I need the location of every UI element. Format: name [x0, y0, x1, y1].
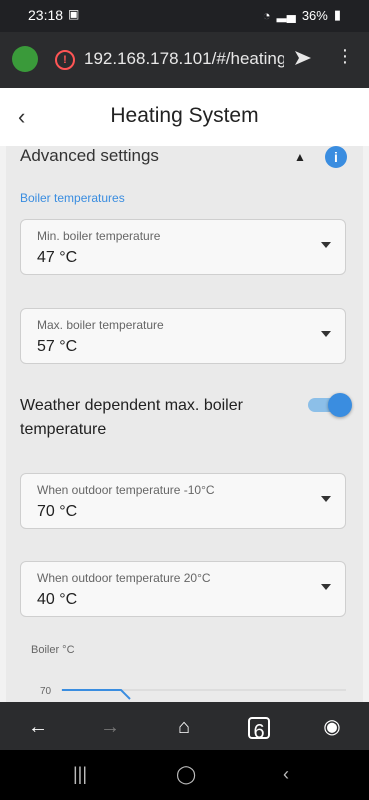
weather-dependent-toggle[interactable] — [308, 393, 352, 417]
outdoor-minus10-label: When outdoor temperature -10°C — [37, 483, 215, 497]
signal-icon: ▂▄ — [276, 7, 296, 22]
y-tick-label: 70 — [40, 686, 52, 697]
tabs-button[interactable]: 6 — [248, 717, 270, 743]
chevron-down-icon — [321, 584, 331, 590]
nav-back-icon[interactable]: ← — [24, 714, 52, 740]
chevron-down-icon — [321, 331, 331, 337]
min-boiler-label: Min. boiler temperature — [37, 229, 161, 243]
chevron-down-icon — [321, 496, 331, 502]
max-boiler-value: 57 °C — [37, 338, 78, 355]
collapse-icon[interactable]: ▲ — [294, 150, 306, 164]
back-chevron-icon[interactable]: ‹ — [283, 764, 289, 785]
outdoor-minus10-value: 70 °C — [37, 503, 78, 520]
clock: 23:18 — [28, 7, 64, 23]
battery-level: 36% — [301, 7, 328, 23]
home-circle-icon[interactable]: ◯ — [176, 764, 196, 785]
max-boiler-select[interactable]: Max. boiler temperature 57 °C — [20, 308, 346, 364]
section-title: Advanced settings — [20, 146, 159, 165]
browser-toolbar: ! 192.168.178.101/#/heating · · · — [0, 32, 369, 88]
chevron-down-icon — [321, 242, 331, 248]
weather-dependent-row: Weather dependent max. boiler temperatur… — [20, 393, 352, 442]
status-bar: 23:18 ▣ ◔ ▂▄ 36% ▮ — [0, 0, 369, 32]
go-icon[interactable] — [293, 48, 313, 68]
recents-icon[interactable]: ||| — [73, 764, 87, 785]
not-secure-icon[interactable]: ! — [55, 50, 75, 70]
toggle-knob — [328, 393, 352, 417]
home-icon[interactable]: ⌂ — [170, 714, 198, 740]
url-field[interactable]: 192.168.178.101/#/heating — [84, 49, 284, 69]
weather-dependent-label: Weather dependent max. boiler temperatur… — [20, 397, 243, 438]
outdoor-20-label: When outdoor temperature 20°C — [37, 571, 211, 585]
status-icons: ◔ ▂▄ 36% ▮ — [263, 7, 341, 23]
more-menu-icon[interactable]: · · · — [335, 40, 355, 72]
account-icon[interactable]: ◉ — [318, 714, 346, 740]
settings-panel: Advanced settings ▲ i Boiler temperature… — [6, 146, 363, 702]
outdoor-20-select[interactable]: When outdoor temperature 20°C 40 °C — [20, 561, 346, 617]
min-boiler-select[interactable]: Min. boiler temperature 47 °C — [20, 219, 346, 275]
chart-ylabel: Boiler °C — [31, 644, 75, 656]
wifi-icon: ◔ — [262, 7, 271, 23]
max-boiler-label: Max. boiler temperature — [37, 318, 164, 332]
system-navigation: ||| ◯ ‹ — [0, 750, 369, 800]
boiler-temperatures-heading: Boiler temperatures — [20, 191, 125, 205]
info-icon[interactable]: i — [325, 146, 347, 168]
page-title: Heating System — [110, 104, 259, 127]
browser-logo-icon[interactable] — [12, 46, 38, 72]
outdoor-minus10-select[interactable]: When outdoor temperature -10°C 70 °C — [20, 473, 346, 529]
app-header: ‹ Heating System — [0, 88, 369, 146]
nav-forward-icon[interactable]: → — [96, 714, 124, 740]
browser-bottom-bar: ← → ⌂ 6 ◉ — [0, 702, 369, 750]
outdoor-20-value: 40 °C — [37, 591, 78, 608]
notification-icon: ▣ — [68, 7, 80, 21]
boiler-curve-line — [62, 689, 131, 700]
battery-icon: ▮ — [333, 7, 341, 22]
boiler-curve-chart: Boiler °C 70 — [31, 644, 346, 700]
min-boiler-value: 47 °C — [37, 249, 78, 266]
